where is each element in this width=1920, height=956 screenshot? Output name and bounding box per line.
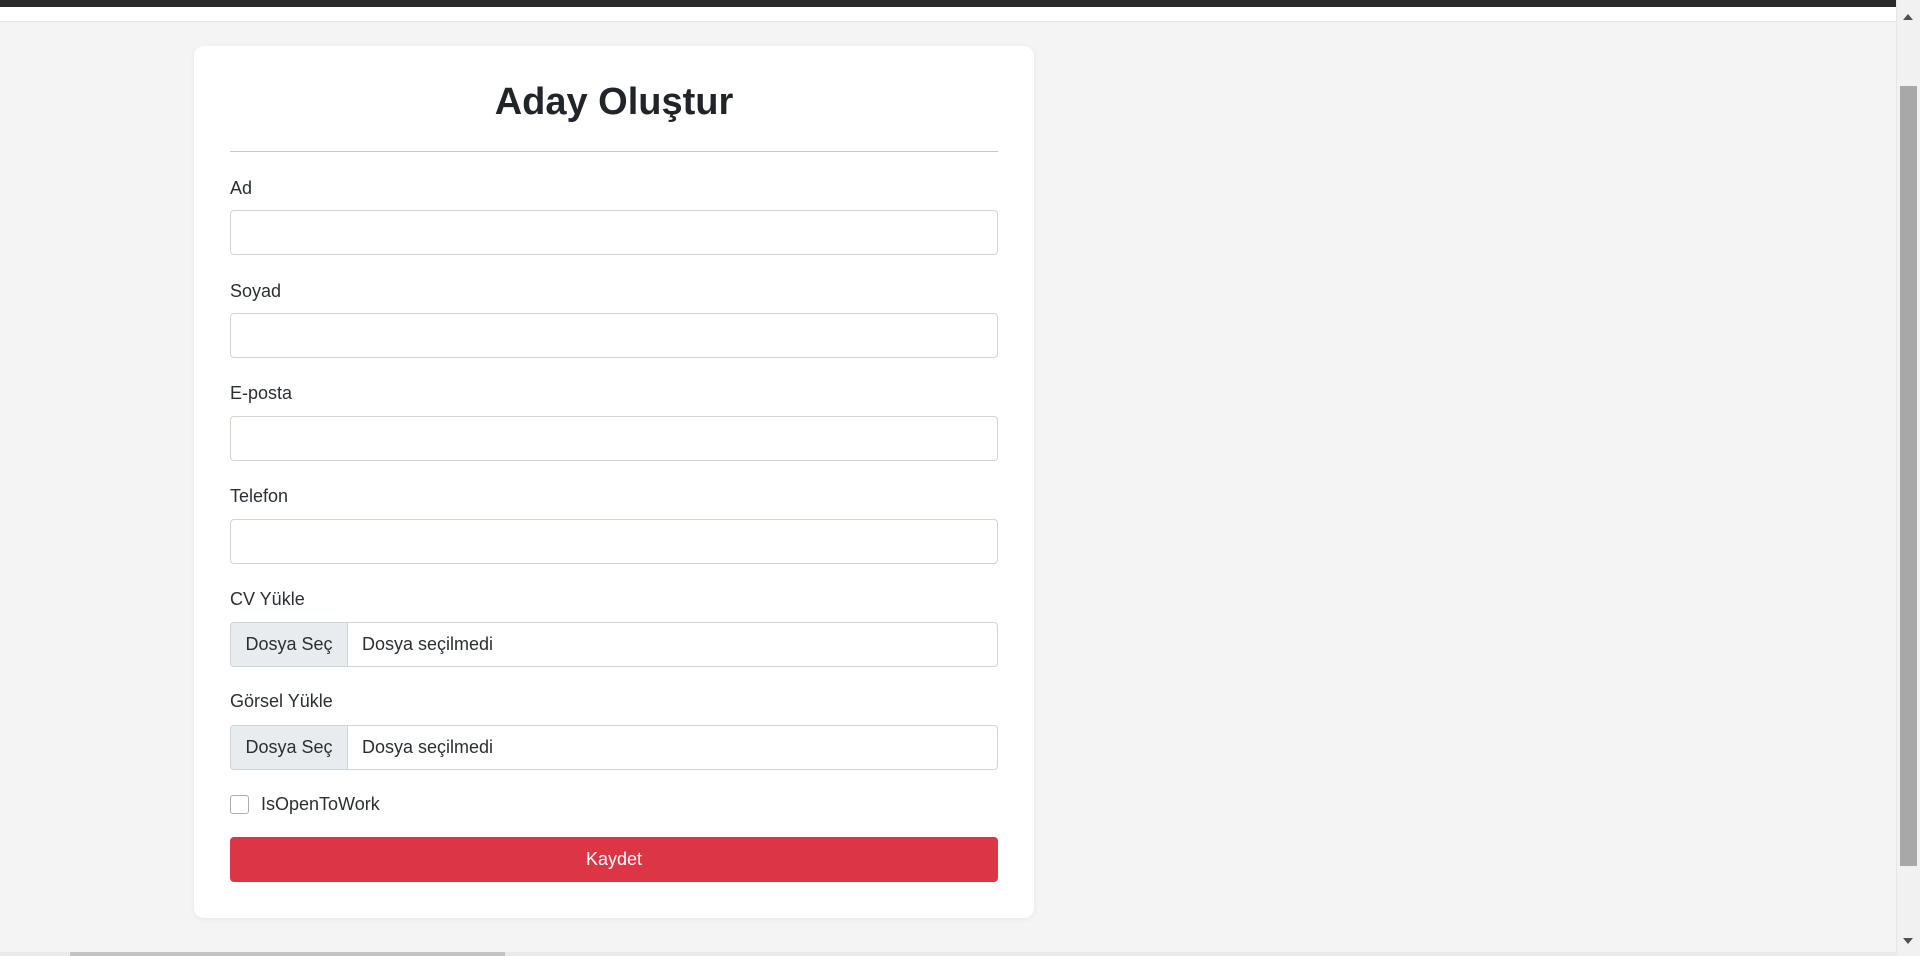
last-name-label: Soyad — [230, 281, 282, 301]
scroll-up-arrow-icon[interactable] — [1903, 14, 1913, 20]
save-button[interactable]: Kaydet — [230, 837, 998, 882]
image-file-status: Dosya seçilmedi — [362, 737, 494, 757]
open-to-work-row[interactable]: IsOpenToWork — [230, 794, 380, 815]
cv-choose-file-button[interactable]: Dosya Seç — [231, 623, 348, 666]
open-to-work-checkbox[interactable] — [230, 795, 249, 814]
vertical-scrollbar[interactable] — [1896, 0, 1920, 956]
email-input[interactable] — [230, 416, 998, 461]
open-to-work-label[interactable]: IsOpenToWork — [261, 794, 380, 815]
phone-input[interactable] — [230, 519, 998, 564]
cv-file-status: Dosya seçilmedi — [362, 634, 494, 654]
phone-label: Telefon — [230, 486, 289, 506]
cv-upload-label: CV Yükle — [230, 589, 305, 609]
first-name-input[interactable] — [230, 210, 998, 255]
email-label: E-posta — [230, 383, 293, 403]
scrollbar-thumb[interactable] — [1900, 86, 1917, 866]
first-name-label: Ad — [230, 178, 253, 198]
title-divider — [230, 151, 998, 152]
last-name-input[interactable] — [230, 313, 998, 358]
page-title: Aday Oluştur — [494, 81, 734, 123]
page-top-strip — [0, 7, 1897, 22]
scroll-down-arrow-icon[interactable] — [1903, 938, 1913, 944]
create-candidate-card: Aday Oluştur Ad Soyad E-posta Telefon CV… — [194, 46, 1034, 918]
horizontal-scrollbar-thumb[interactable] — [70, 952, 505, 956]
image-file-input[interactable]: Dosya Seç Dosya seçilmedi — [230, 725, 998, 770]
form-container: Aday Oluştur Ad Soyad E-posta Telefon CV… — [230, 46, 998, 882]
cv-file-input[interactable]: Dosya Seç Dosya seçilmedi — [230, 622, 998, 667]
image-upload-label: Görsel Yükle — [230, 691, 333, 711]
horizontal-scrollbar[interactable] — [0, 952, 1897, 956]
image-choose-file-button[interactable]: Dosya Seç — [231, 726, 348, 769]
browser-top-bar — [0, 0, 1897, 7]
